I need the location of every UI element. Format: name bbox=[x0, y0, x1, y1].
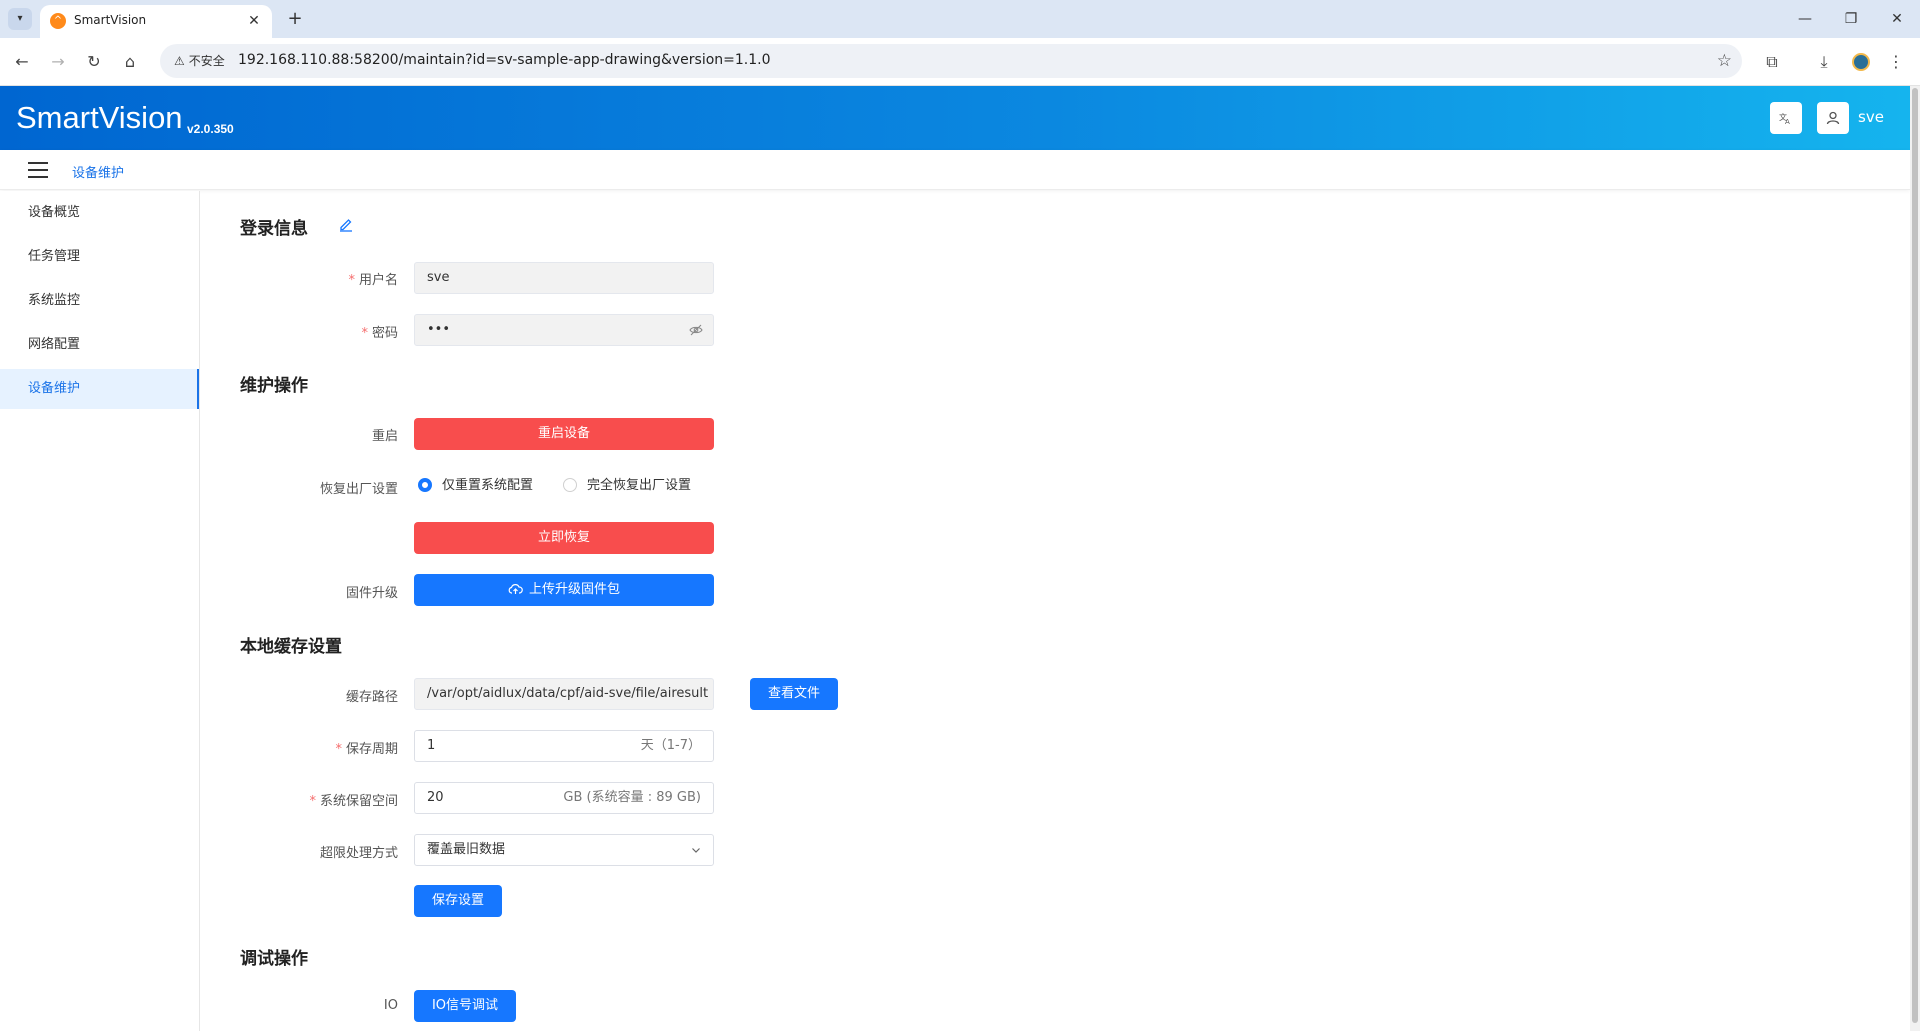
back-arrow-icon[interactable]: ← bbox=[8, 48, 36, 76]
tab-search-chevron-icon[interactable]: ▾ bbox=[8, 8, 32, 30]
view-files-button[interactable]: 查看文件 bbox=[750, 678, 838, 710]
bookmark-star-icon[interactable]: ☆ bbox=[1717, 48, 1732, 74]
home-icon[interactable]: ⌂ bbox=[116, 48, 144, 76]
cache-path-label: 缓存路径 bbox=[345, 690, 398, 705]
app-version: v2.0.350 bbox=[187, 122, 234, 136]
restart-label: 重启 bbox=[371, 429, 398, 444]
password-field[interactable]: ••• bbox=[414, 314, 714, 346]
reload-icon[interactable]: ↻ bbox=[80, 48, 108, 76]
restore-now-button[interactable]: 立即恢复 bbox=[414, 522, 714, 554]
factory-reset-label: 恢复出厂设置 bbox=[319, 482, 398, 497]
sidebar-item-task-management[interactable]: 任务管理 bbox=[0, 237, 199, 277]
section-title-debug: 调试操作 bbox=[240, 949, 308, 969]
tab-title: SmartVision bbox=[74, 13, 147, 27]
profile-avatar-icon[interactable] bbox=[1852, 53, 1870, 71]
restart-device-button[interactable]: 重启设备 bbox=[414, 418, 714, 450]
radio-checked-icon bbox=[418, 477, 432, 492]
reserved-space-input[interactable]: 20 GB (系统容量 : 89 GB) bbox=[414, 782, 714, 814]
downloads-icon[interactable]: ⤓ bbox=[1810, 48, 1838, 76]
username-field[interactable]: sve bbox=[414, 262, 714, 294]
sidebar: 设备概览 任务管理 系统监控 网络配置 设备维护 bbox=[0, 191, 200, 1031]
firmware-upgrade-label: 固件升级 bbox=[345, 586, 398, 601]
retention-period-label: * 保存周期 bbox=[335, 742, 398, 757]
page-scrollbar[interactable] bbox=[1910, 86, 1920, 1031]
smartvision-favicon-icon: ^ bbox=[50, 13, 66, 29]
edit-pencil-icon[interactable] bbox=[338, 216, 354, 232]
svg-text:A: A bbox=[1785, 118, 1790, 125]
browser-toolbar: ← → ↻ ⌂ ⚠ 不安全 192.168.110.88:58200/mainta… bbox=[0, 38, 1920, 86]
io-label: IO bbox=[383, 998, 398, 1013]
retention-period-suffix: 天（1-7） bbox=[640, 738, 701, 753]
sidebar-item-network-config[interactable]: 网络配置 bbox=[0, 325, 199, 365]
warning-triangle-icon: ⚠ bbox=[174, 54, 185, 68]
tab-close-icon[interactable]: ✕ bbox=[244, 11, 264, 31]
breadcrumb-current[interactable]: 设备维护 bbox=[72, 162, 124, 181]
sidebar-item-device-overview[interactable]: 设备概览 bbox=[0, 193, 199, 233]
breadcrumb: 设备维护 bbox=[0, 150, 1910, 190]
upload-firmware-button[interactable]: 上传升级固件包 bbox=[414, 574, 714, 606]
language-translate-icon[interactable]: 文A bbox=[1770, 102, 1802, 134]
reserved-space-suffix: GB (系统容量 : 89 GB) bbox=[563, 790, 701, 805]
section-title-cache: 本地缓存设置 bbox=[240, 637, 342, 657]
app-header: SmartVision v2.0.350 文A sve bbox=[0, 86, 1910, 150]
io-signal-debug-button[interactable]: IO信号调试 bbox=[414, 990, 516, 1022]
cloud-upload-icon bbox=[508, 583, 523, 594]
browser-tab-strip: ▾ ^ SmartVision ✕ + — ❐ ✕ bbox=[0, 0, 1920, 38]
section-title-login: 登录信息 bbox=[240, 219, 308, 239]
overflow-policy-select[interactable]: 覆盖最旧数据 bbox=[414, 834, 714, 866]
app-brand-name: SmartVision bbox=[16, 100, 183, 135]
window-minimize-icon[interactable]: — bbox=[1782, 0, 1828, 38]
reserved-space-label: * 系统保留空间 bbox=[309, 794, 398, 809]
window-close-icon[interactable]: ✕ bbox=[1874, 0, 1920, 38]
password-label: * 密码 bbox=[361, 326, 398, 341]
forward-arrow-icon[interactable]: → bbox=[44, 48, 72, 76]
sidebar-item-system-monitor[interactable]: 系统监控 bbox=[0, 281, 199, 321]
radio-unchecked-icon bbox=[563, 477, 577, 492]
section-title-maintenance: 维护操作 bbox=[240, 376, 308, 396]
overflow-policy-label: 超限处理方式 bbox=[319, 846, 398, 861]
header-username[interactable]: sve bbox=[1858, 108, 1884, 126]
extensions-puzzle-icon[interactable]: ⧉ bbox=[1758, 48, 1786, 76]
eye-hidden-icon[interactable] bbox=[689, 323, 703, 337]
security-label: 不安全 bbox=[188, 54, 225, 68]
url-text[interactable]: 192.168.110.88:58200/maintain?id=sv-samp… bbox=[238, 52, 771, 68]
cache-path-field[interactable]: /var/opt/aidlux/data/cpf/aid-sve/file/ai… bbox=[414, 678, 714, 710]
radio-reset-config-only[interactable]: 仅重置系统配置 bbox=[418, 477, 533, 494]
browser-menu-kebab-icon[interactable]: ⋮ bbox=[1882, 48, 1910, 76]
window-restore-icon[interactable]: ❐ bbox=[1828, 0, 1874, 38]
new-tab-plus-icon[interactable]: + bbox=[282, 6, 308, 32]
menu-list-icon[interactable] bbox=[28, 162, 48, 178]
sidebar-item-device-maintenance[interactable]: 设备维护 bbox=[0, 369, 199, 409]
radio-full-factory-reset[interactable]: 完全恢复出厂设置 bbox=[563, 477, 691, 494]
address-bar[interactable]: ⚠ 不安全 192.168.110.88:58200/maintain?id=sv… bbox=[160, 44, 1742, 78]
retention-period-input[interactable]: 1 天（1-7） bbox=[414, 730, 714, 762]
username-label: * 用户名 bbox=[348, 273, 398, 288]
security-indicator[interactable]: ⚠ 不安全 bbox=[168, 50, 235, 72]
chevron-down-icon bbox=[692, 848, 700, 853]
save-settings-button[interactable]: 保存设置 bbox=[414, 885, 502, 917]
user-avatar-icon[interactable] bbox=[1817, 102, 1849, 134]
browser-tab[interactable]: ^ SmartVision ✕ bbox=[40, 5, 272, 38]
